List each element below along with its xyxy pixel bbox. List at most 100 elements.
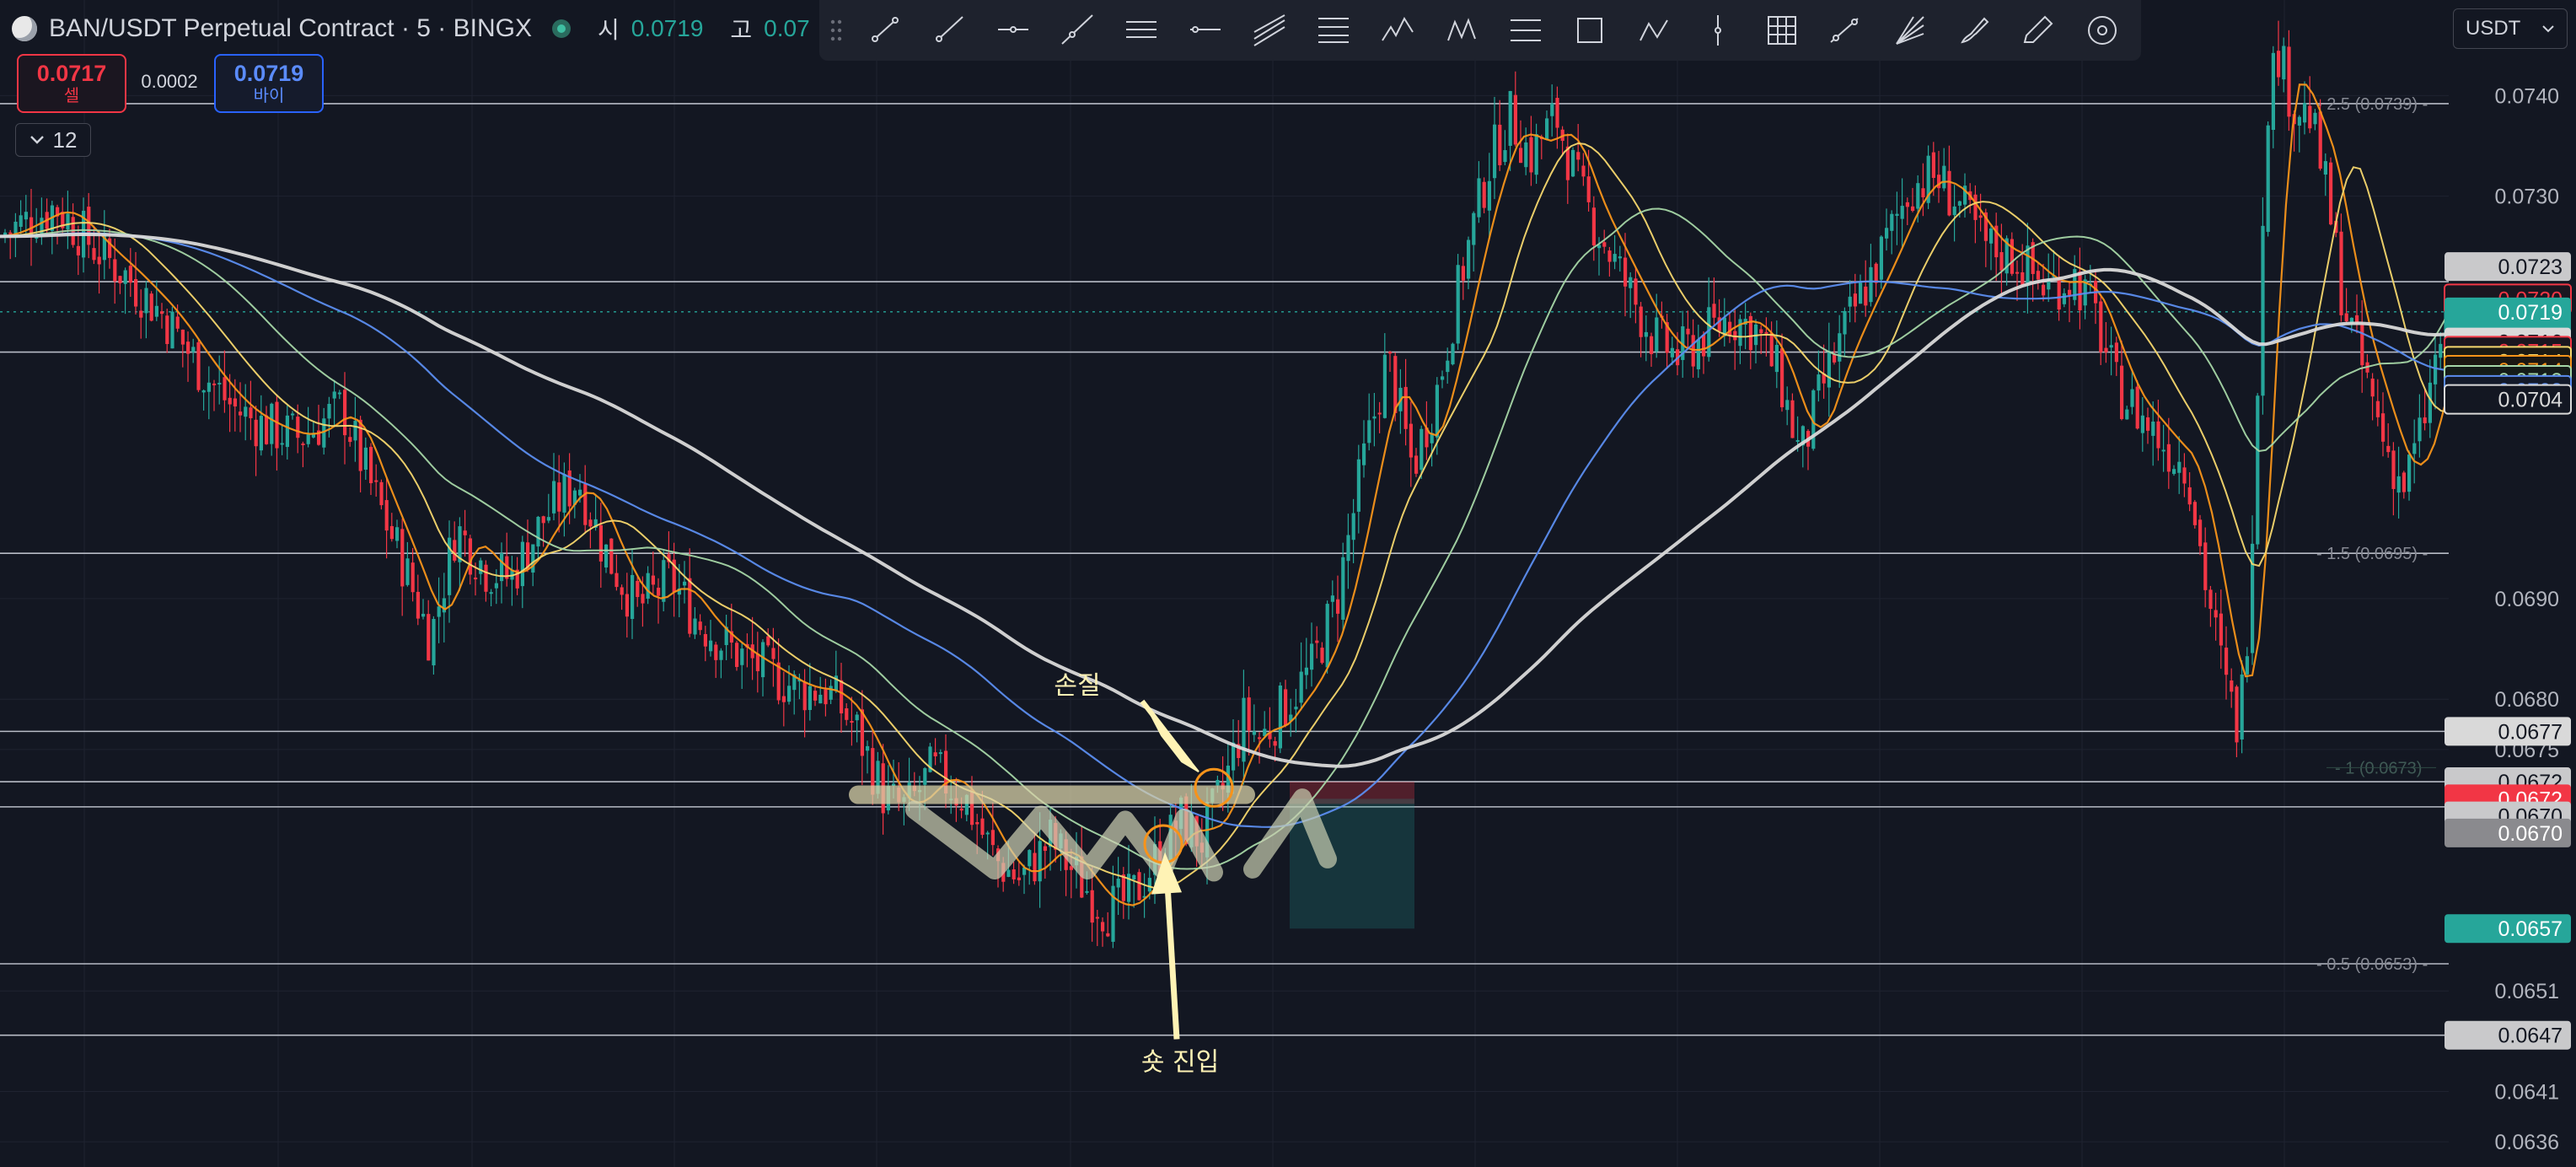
candle-body — [2277, 51, 2281, 78]
candle-body — [2146, 417, 2150, 431]
candle-body — [1472, 212, 1476, 245]
candle-body — [2120, 365, 2124, 419]
candle-body — [662, 560, 666, 602]
price-tick-label: 0.0730 — [2495, 186, 2559, 209]
candle-body — [13, 221, 18, 234]
entry-arrow-shaft — [1163, 869, 1180, 1040]
highlighter-tool-button[interactable] — [2006, 0, 2070, 61]
candle-body — [1435, 385, 1439, 438]
horizontal-line-tool-button[interactable] — [1173, 0, 1237, 61]
candle-body — [1299, 671, 1303, 703]
currency-select[interactable]: USDT — [2453, 8, 2568, 49]
candle-body — [2355, 315, 2359, 323]
price-tag-value: 0.0719 — [2498, 301, 2563, 325]
sell-button[interactable]: 0.0717 셀 — [17, 54, 126, 113]
chevron-down-icon — [30, 136, 44, 144]
buy-price: 0.0719 — [233, 61, 304, 86]
chevron-down-icon — [2542, 25, 2554, 33]
candle-body — [479, 560, 483, 574]
horizontal-ray-icon — [998, 26, 1028, 33]
candle-body — [249, 407, 253, 418]
candle-body — [813, 691, 818, 701]
candle-body — [1336, 599, 1340, 614]
indicators-toggle-button[interactable]: 12 — [15, 123, 91, 157]
trend-line-tool-button[interactable] — [853, 0, 917, 61]
abcd-pattern-tool-button[interactable] — [1622, 0, 1686, 61]
grid-layer — [0, 0, 2449, 1167]
harmonic-pattern-tool-button[interactable] — [1430, 0, 1494, 61]
candle-body — [2308, 105, 2312, 129]
candle-body — [24, 212, 28, 220]
candle-body — [1033, 852, 1037, 882]
candle-body — [1487, 180, 1491, 211]
candle-body — [1696, 339, 1700, 369]
gann-box-tool-button[interactable] — [1750, 0, 1814, 61]
candle-body — [657, 587, 661, 596]
ray-tool-button[interactable] — [917, 0, 981, 61]
candle-body — [2099, 301, 2103, 352]
candle-body — [76, 245, 80, 255]
candle-body — [1655, 317, 1659, 352]
buy-button[interactable]: 0.0719 바이 — [214, 54, 324, 113]
candle-body — [2161, 449, 2165, 452]
fib-channel-icon — [1830, 18, 1859, 43]
fib-level-label: - 0.5 (0.0653) - — [2316, 955, 2428, 974]
candle-body — [2208, 589, 2213, 610]
candle-body — [1916, 183, 1920, 209]
candle-body — [2235, 686, 2239, 743]
elliott-wave-tool-button[interactable] — [1366, 0, 1430, 61]
candle-body — [384, 500, 389, 531]
fib-retracement-tool-button[interactable] — [1301, 0, 1366, 61]
abcd-pattern-icon — [1640, 19, 1668, 41]
candle-body — [1147, 878, 1151, 892]
drag-handle-icon[interactable] — [819, 0, 853, 61]
fib-channel-tool-button[interactable] — [1814, 0, 1878, 61]
candle-body — [2219, 613, 2223, 646]
candle-body — [2230, 680, 2234, 692]
symbol-title[interactable]: BAN/USDT Perpetual Contract · 5 · BINGX — [49, 14, 532, 43]
candle-body — [2318, 111, 2322, 169]
candle-body — [363, 447, 368, 471]
candle-body — [1702, 335, 1706, 357]
candle-body — [1639, 306, 1643, 337]
parallel-channel-tool-button[interactable] — [1109, 0, 1173, 61]
fib-fan-tool-button[interactable] — [1878, 0, 1942, 61]
price-tag-value: 0.0677 — [2498, 720, 2563, 744]
candle-body — [2266, 125, 2270, 232]
candle-body — [1493, 124, 1497, 179]
pitchfork-tool-button[interactable] — [1237, 0, 1301, 61]
candle-body — [646, 573, 650, 599]
chart-stage[interactable]: - 2.5 (0.0739) - - 1.5 (0.0695) - - 0.5 (0… — [0, 0, 2576, 1167]
candle-body — [2104, 347, 2108, 352]
candle-body — [938, 752, 942, 755]
candlestick-chart[interactable]: - 2.5 (0.0739) - - 1.5 (0.0695) - - 0.5 (0… — [0, 0, 2576, 1167]
candle-body — [2015, 272, 2020, 274]
candle-body — [2224, 648, 2229, 675]
candle-body — [2323, 161, 2327, 175]
pitchfork-icon — [1253, 14, 1285, 46]
indicator-count: 12 — [52, 126, 78, 153]
candle-body — [474, 577, 478, 580]
candle-body — [1838, 333, 1842, 362]
candle-body — [180, 329, 185, 345]
horizontal-ray-tool-button[interactable] — [981, 0, 1045, 61]
price-tag: 0.0723 — [2445, 252, 2571, 282]
candle-body — [1774, 345, 1779, 373]
rectangle-tool-button[interactable] — [1558, 0, 1622, 61]
candle-body — [191, 347, 196, 352]
vertical-line-tool-button[interactable] — [1686, 0, 1750, 61]
candle-body — [149, 293, 153, 321]
candle-body — [824, 689, 828, 705]
candle-body — [2187, 487, 2192, 505]
moving-average-line — [0, 142, 2469, 890]
candle-body — [369, 446, 373, 484]
brush-tool-button[interactable] — [1942, 0, 2006, 61]
stop-loss-annotation: 손질 — [1054, 671, 1100, 701]
extended-line-tool-button[interactable] — [1045, 0, 1109, 61]
candle-body — [421, 613, 426, 617]
candle-body — [165, 315, 169, 345]
candle-body — [2375, 401, 2380, 417]
eye-tool-button[interactable] — [2070, 0, 2134, 61]
fib-level-label: - 1.5 (0.0695) - — [2316, 545, 2428, 563]
fib-extension-tool-button[interactable] — [1494, 0, 1558, 61]
